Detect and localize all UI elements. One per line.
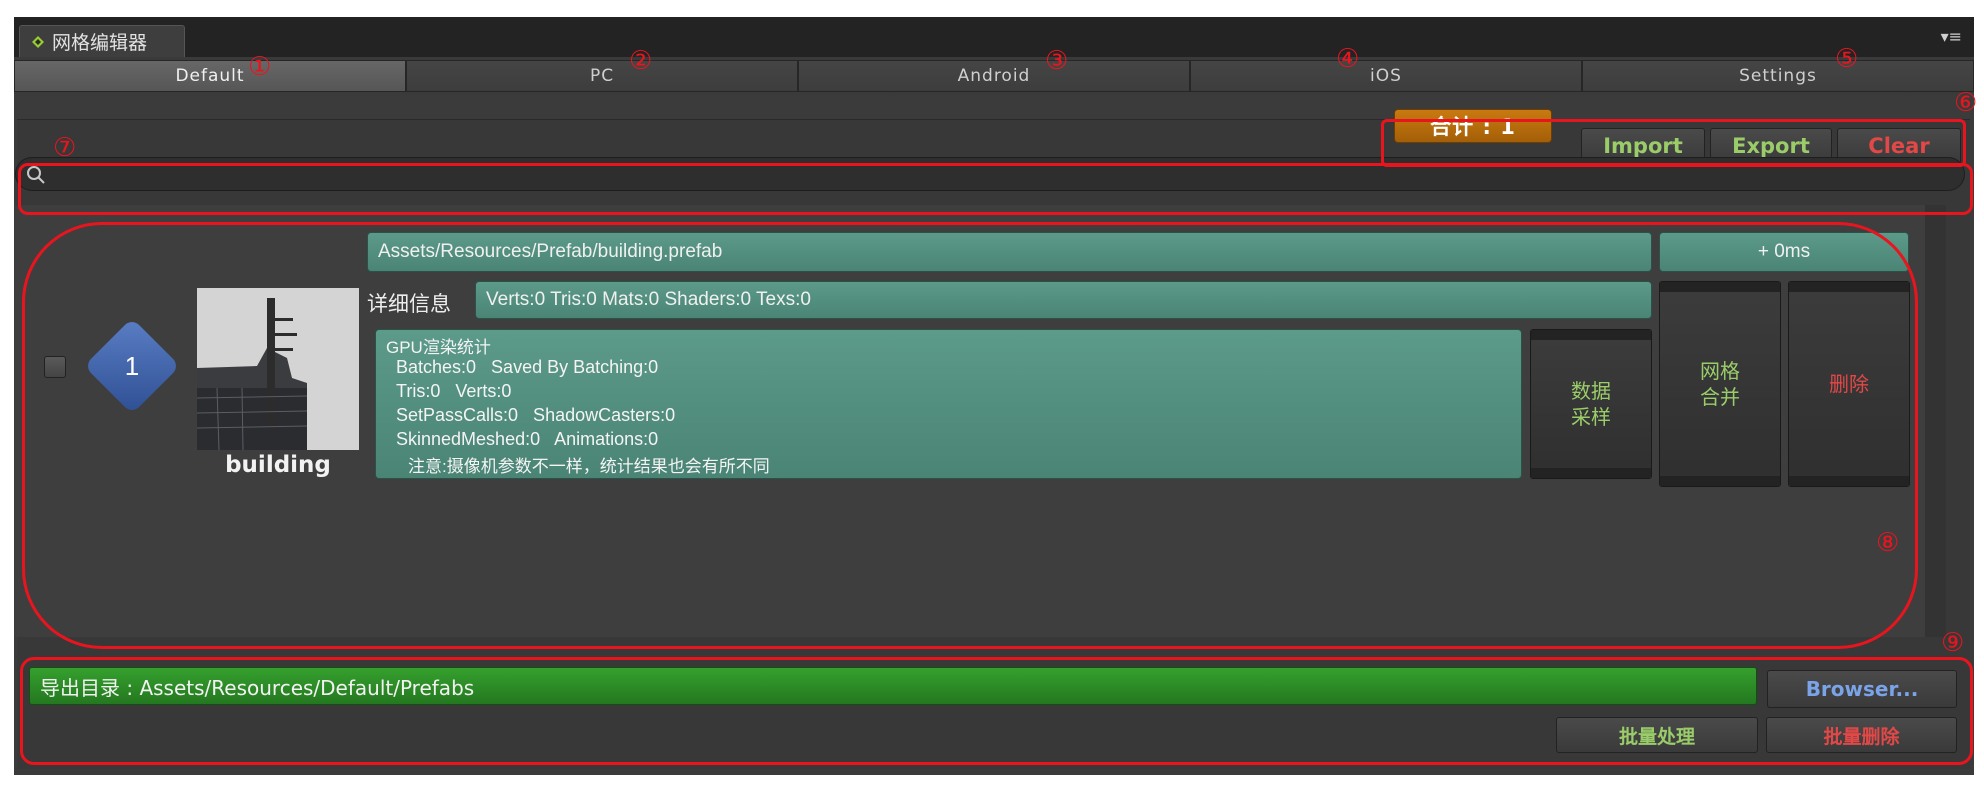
data-sample-label: 数据 采样 <box>1571 378 1611 430</box>
gpu-stats-line: SkinnedMeshed:0 Animations:0 <box>396 429 659 449</box>
gpu-stats-line: Tris:0 Verts:0 <box>396 381 512 401</box>
gpu-stats-line: SetPassCalls:0 ShadowCasters:0 <box>396 405 676 425</box>
batch-delete-button[interactable]: 批量删除 <box>1766 717 1957 753</box>
prefab-path-field[interactable]: Assets/Resources/Prefab/building.prefab <box>367 232 1652 272</box>
annotation-marker: ⑤ <box>1835 44 1859 74</box>
annotation-marker: ③ <box>1045 46 1069 76</box>
gpu-stats-line: Batches:0 Saved By Batching:0 <box>396 357 659 377</box>
list-scrollbar[interactable] <box>1925 205 1946 637</box>
data-sample-label-line: 数据 <box>1571 379 1611 403</box>
browse-label: Browser... <box>1805 677 1919 701</box>
detail-label: 详细信息 <box>367 292 451 316</box>
annotation-marker: ④ <box>1336 44 1360 74</box>
tab-android[interactable]: Android <box>798 60 1190 92</box>
tab-label: PC <box>589 66 615 86</box>
prefab-thumbnail <box>197 288 359 450</box>
gpu-stats-panel: GPU渲染统计 Batches:0 Saved By Batching:0 Tr… <box>375 329 1522 479</box>
batch-process-label: 批量处理 <box>1618 725 1695 748</box>
data-sample-label-line: 采样 <box>1571 405 1611 429</box>
mesh-merge-label-line: 合并 <box>1700 385 1740 409</box>
window-tab-strip: 网格编辑器 ▾≡ <box>14 17 1974 57</box>
item-checkbox[interactable] <box>44 356 66 378</box>
search-field[interactable] <box>15 157 1965 191</box>
export-dir-text: 导出目录 : Assets/Resources/Default/Prefabs <box>40 675 475 700</box>
clear-label: Clear <box>1868 134 1930 158</box>
window-tab[interactable]: 网格编辑器 <box>19 25 185 57</box>
tab-default[interactable]: Default <box>14 60 406 92</box>
annotation-marker: ① <box>248 52 272 82</box>
gpu-stats-note: 注意:摄像机参数不一样，统计结果也会有所不同 <box>408 457 770 476</box>
mesh-merge-label: 网格 合并 <box>1700 358 1740 410</box>
search-icon <box>27 166 45 184</box>
tab-pc[interactable]: PC <box>406 60 798 92</box>
window-title: 网格编辑器 <box>52 32 148 54</box>
batch-process-button[interactable]: 批量处理 <box>1556 717 1758 753</box>
stage: 网格编辑器 ▾≡ Default PC Android iOS Settings… <box>0 0 1984 788</box>
export-label: Export <box>1732 134 1810 158</box>
tab-label: iOS <box>1370 66 1402 86</box>
building-preview-image <box>197 288 359 450</box>
annotation-marker: ⑥ <box>1954 88 1978 118</box>
import-label: Import <box>1603 134 1683 158</box>
tab-ios[interactable]: iOS <box>1190 60 1582 92</box>
annotation-marker: ⑦ <box>53 133 77 163</box>
menu-icon[interactable]: ▾≡ <box>1941 29 1962 45</box>
item-index-badge: 1 <box>83 317 181 415</box>
annotation-marker: ⑨ <box>1941 628 1965 658</box>
gpu-stats-title: GPU渲染统计 <box>386 338 491 357</box>
unity-editor-icon <box>32 35 44 48</box>
item-name: building <box>225 452 331 478</box>
prefab-path-text: Assets/Resources/Prefab/building.prefab <box>378 241 723 262</box>
export-dir-bar[interactable]: 导出目录 : Assets/Resources/Default/Prefabs <box>29 667 1757 705</box>
tab-label: Settings <box>1739 66 1817 86</box>
time-label: + 0ms <box>1757 241 1811 262</box>
tab-settings[interactable]: Settings <box>1582 60 1974 92</box>
time-button[interactable]: + 0ms <box>1659 232 1909 272</box>
platform-tabs: Default PC Android iOS Settings <box>14 57 1974 95</box>
browse-button[interactable]: Browser... <box>1767 670 1957 708</box>
data-sample-button[interactable]: 数据 采样 <box>1530 329 1652 479</box>
mesh-merge-button[interactable]: 网格 合并 <box>1659 281 1781 487</box>
total-count-label: 合计 : 1 <box>1430 115 1516 139</box>
tab-label: Android <box>957 66 1031 86</box>
delete-item-label: 删除 <box>1829 372 1869 396</box>
annotation-marker: ② <box>629 46 653 76</box>
annotation-marker: ⑧ <box>1876 528 1900 558</box>
detail-stats-field: Verts:0 Tris:0 Mats:0 Shaders:0 Texs:0 <box>475 281 1652 319</box>
mesh-merge-label-line: 网格 <box>1700 359 1740 383</box>
total-count-badge: 合计 : 1 <box>1394 109 1552 143</box>
tab-label: Default <box>175 66 245 86</box>
batch-delete-label: 批量删除 <box>1823 725 1900 748</box>
delete-item-button[interactable]: 删除 <box>1788 281 1910 487</box>
detail-stats-text: Verts:0 Tris:0 Mats:0 Shaders:0 Texs:0 <box>486 289 811 310</box>
item-index-label: 1 <box>124 350 140 381</box>
